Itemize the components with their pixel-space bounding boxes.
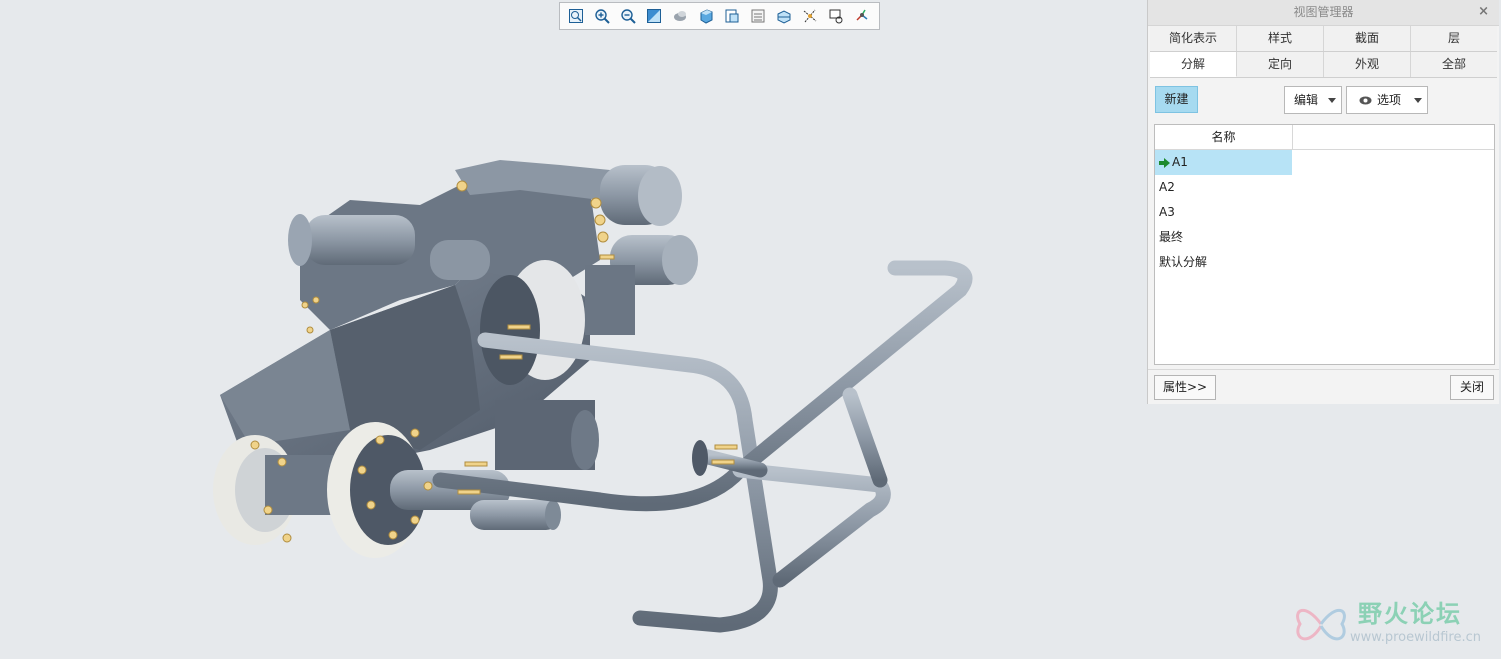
annotation-display-icon[interactable]	[825, 5, 847, 27]
tab-row-2: 分解 定向 外观 全部	[1150, 52, 1497, 78]
datum-display-icon[interactable]	[799, 5, 821, 27]
options-dropdown-label: 选项	[1377, 93, 1402, 107]
graphics-viewport[interactable]	[0, 0, 1147, 659]
forum-watermark: 野火论坛 www.proewildfire.cn	[1288, 590, 1498, 656]
tab-sections[interactable]: 截面	[1324, 26, 1411, 51]
assembly-model[interactable]	[0, 0, 1147, 659]
tab-simplified-rep[interactable]: 简化表示	[1150, 26, 1237, 51]
tab-appearance[interactable]: 外观	[1324, 52, 1411, 77]
display-style-icon[interactable]	[695, 5, 717, 27]
chevron-down-icon	[1328, 98, 1336, 103]
list-item[interactable]: A3	[1155, 200, 1292, 225]
list-header: 名称	[1155, 125, 1494, 150]
list-item-label: 默认分解	[1159, 255, 1208, 269]
list-item-label: 最终	[1159, 230, 1184, 244]
tab-all[interactable]: 全部	[1411, 52, 1497, 77]
zoom-out-icon[interactable]	[617, 5, 639, 27]
repaint-icon[interactable]	[643, 5, 665, 27]
action-bar: 新建 编辑 选项	[1148, 78, 1499, 122]
active-arrow-icon	[1159, 157, 1170, 168]
list-item-label: A2	[1159, 180, 1175, 194]
list-item-label: A1	[1172, 155, 1188, 169]
butterfly-logo-icon	[1296, 609, 1346, 641]
saved-views-icon[interactable]	[721, 5, 743, 27]
panel-title-bar: 视图管理器 ×	[1148, 0, 1499, 26]
list-item[interactable]: 最终	[1155, 225, 1292, 250]
close-icon[interactable]: ×	[1478, 0, 1489, 24]
tab-style[interactable]: 样式	[1237, 26, 1324, 51]
options-dropdown[interactable]: 选项	[1346, 86, 1428, 114]
close-button[interactable]: 关闭	[1450, 375, 1494, 400]
spin-center-icon[interactable]	[851, 5, 873, 27]
edit-dropdown-label: 编辑	[1294, 93, 1319, 107]
list-item[interactable]: A1	[1155, 150, 1292, 175]
tab-layers[interactable]: 层	[1411, 26, 1497, 51]
explode-state-list: 名称 A1 A2 A3 最终 默认分解	[1154, 124, 1495, 365]
section-icon[interactable]	[773, 5, 795, 27]
view-toolbar	[559, 2, 880, 30]
panel-footer: 属性>> 关闭	[1148, 369, 1499, 405]
list-item-label: A3	[1159, 205, 1175, 219]
refit-icon[interactable]	[565, 5, 587, 27]
chevron-down-icon	[1414, 98, 1422, 103]
tab-row-1: 简化表示 样式 截面 层	[1150, 26, 1497, 52]
list-item[interactable]: 默认分解	[1155, 250, 1292, 275]
watermark-title: 野火论坛	[1358, 599, 1462, 628]
view-manager-icon[interactable]	[747, 5, 769, 27]
panel-title: 视图管理器	[1293, 5, 1354, 19]
tab-explode[interactable]: 分解	[1150, 52, 1237, 77]
edit-dropdown[interactable]: 编辑	[1284, 86, 1342, 114]
watermark-url: www.proewildfire.cn	[1350, 630, 1481, 645]
perspective-icon[interactable]	[669, 5, 691, 27]
new-button[interactable]: 新建	[1155, 86, 1198, 113]
zoom-in-icon[interactable]	[591, 5, 613, 27]
column-name-header[interactable]: 名称	[1155, 125, 1293, 149]
tab-orient[interactable]: 定向	[1237, 52, 1324, 77]
properties-button[interactable]: 属性>>	[1154, 375, 1216, 400]
eye-icon	[1359, 96, 1372, 105]
list-item[interactable]: A2	[1155, 175, 1292, 200]
view-manager-panel: 视图管理器 × 简化表示 样式 截面 层 分解 定向 外观 全部 新建 编辑 选…	[1147, 0, 1499, 404]
